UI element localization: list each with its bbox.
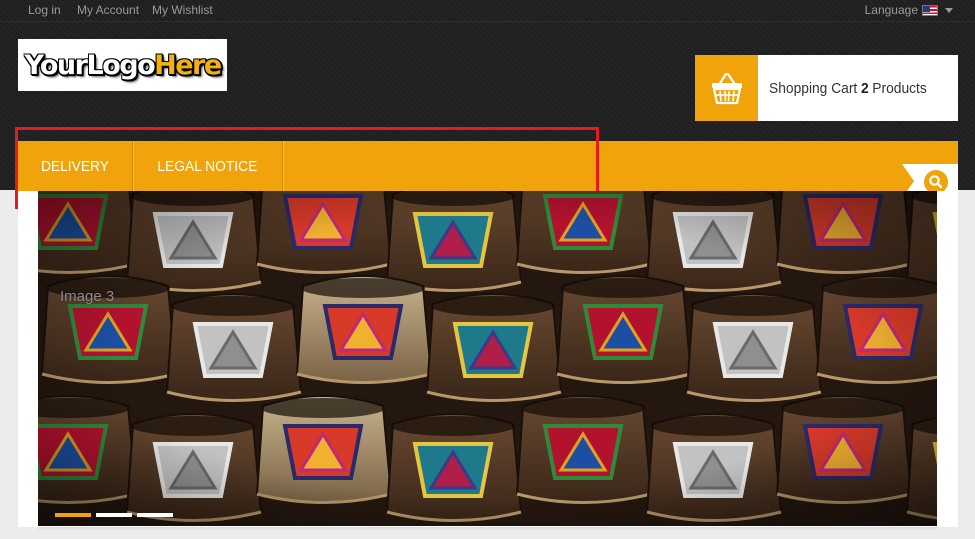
slide-caption: Image 3 [60,288,115,305]
my-account-link[interactable]: My Account [77,3,139,17]
slideshow[interactable]: Image 3 [38,191,937,526]
my-wishlist-link[interactable]: My Wishlist [152,3,213,17]
site-logo[interactable]: Your Logo Here [18,39,227,91]
slider-pagination [55,513,173,517]
slide-shadow [38,527,937,531]
shopping-cart[interactable]: Shopping Cart 2 Products [695,55,958,121]
cart-count: 2 [860,79,869,97]
slider-dot[interactable] [55,513,91,517]
us-flag-icon [922,4,938,16]
top-bar: Log in My Account My Wishlist Language [0,0,975,22]
logo-text-logo: Logo [86,49,155,81]
cart-summary: Shopping Cart 2 Products [758,55,927,121]
slide-image [38,191,937,526]
basket-icon [695,55,758,121]
logo-text-here: Here [154,49,222,81]
chevron-down-icon [945,7,953,13]
logo-text-your: Your [24,49,88,81]
slider-dot[interactable] [96,513,132,517]
language-label: Language [864,3,918,17]
language-selector[interactable]: Language [865,3,953,17]
cart-label: Shopping Cart [769,79,858,97]
login-link[interactable]: Log in [28,3,61,17]
slider-dot[interactable] [137,513,173,517]
cart-unit: Products [872,79,927,97]
